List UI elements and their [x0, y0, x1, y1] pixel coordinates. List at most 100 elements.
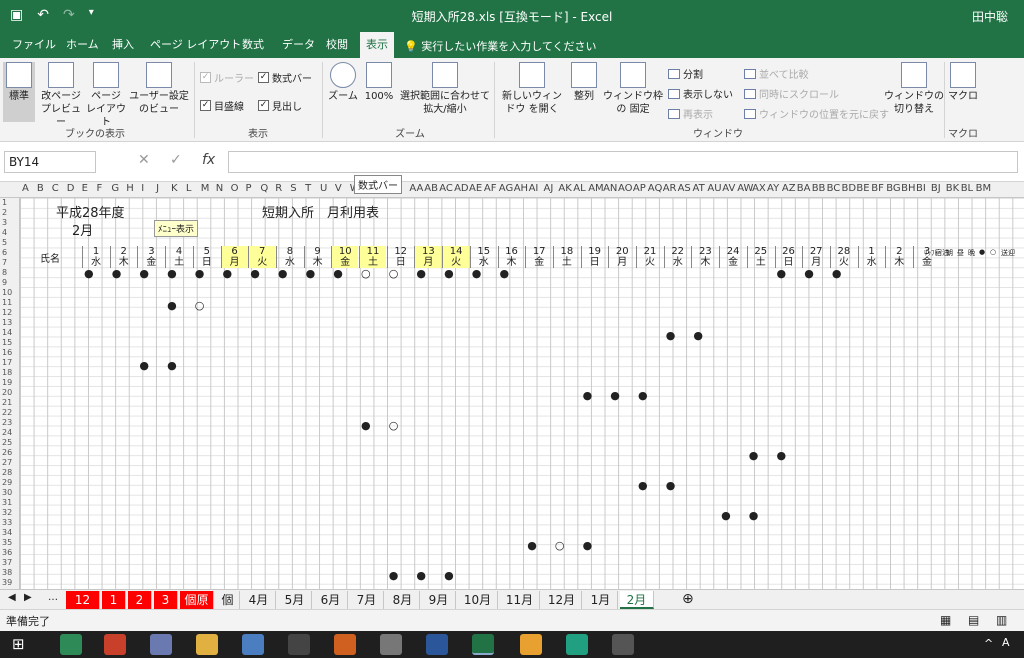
tab-data[interactable]: データ [278, 32, 319, 58]
column-header[interactable]: AH [514, 183, 528, 194]
enter-icon[interactable]: ✓ [170, 152, 182, 168]
booking-mark[interactable]: ● [583, 390, 593, 401]
column-header[interactable]: AM [588, 183, 603, 194]
column-header[interactable]: L [186, 183, 192, 194]
tab-home[interactable]: ホーム [62, 32, 103, 58]
page-layout-button[interactable]: ページ レイアウト [86, 62, 126, 129]
name-box[interactable]: BY14 [4, 151, 96, 173]
booking-mark[interactable]: ● [666, 480, 676, 491]
booking-mark[interactable]: ● [84, 268, 94, 279]
tab-view[interactable]: 表示 [360, 32, 394, 58]
app-icon[interactable] [520, 634, 542, 655]
app-icon[interactable] [150, 634, 172, 655]
tab-file[interactable]: ファイル [8, 32, 60, 58]
row-header[interactable]: 23 [2, 418, 12, 427]
booking-mark[interactable]: ● [167, 300, 177, 311]
column-header[interactable]: N [216, 183, 223, 194]
row-header[interactable]: 8 [2, 268, 7, 277]
row-header[interactable]: 25 [2, 438, 12, 447]
month-cell[interactable]: 2月 [72, 220, 93, 239]
column-header[interactable]: AP [633, 183, 646, 194]
row-header[interactable]: 32 [2, 508, 12, 517]
add-sheet-icon[interactable]: ⊕ [682, 591, 694, 607]
column-header[interactable]: H [126, 183, 134, 194]
explorer-icon[interactable] [196, 634, 218, 655]
cancel-icon[interactable]: ✕ [138, 152, 150, 168]
ruler-checkbox[interactable]: ✓ ルーラー [200, 70, 254, 85]
row-header[interactable]: 30 [2, 488, 12, 497]
column-header[interactable]: BC [827, 183, 841, 194]
row-header[interactable]: 39 [2, 578, 12, 587]
column-header[interactable]: AK [558, 183, 571, 194]
booking-mark[interactable]: ● [777, 268, 787, 279]
app-icon[interactable] [566, 634, 588, 655]
column-header[interactable]: AQ [648, 183, 663, 194]
row-header[interactable]: 7 [2, 258, 7, 267]
booking-mark[interactable]: ● [638, 480, 648, 491]
column-header[interactable]: BA [797, 183, 811, 194]
sheet-tab[interactable]: 6月 [314, 591, 348, 609]
booking-mark[interactable]: ● [416, 268, 426, 279]
sheet-tab[interactable]: 1 [102, 591, 126, 609]
sheet-tab[interactable]: 8月 [386, 591, 420, 609]
row-header[interactable]: 17 [2, 358, 12, 367]
more-sheets-icon[interactable]: … [48, 592, 58, 603]
row-header[interactable]: 4 [2, 228, 7, 237]
column-header[interactable]: AX [752, 183, 766, 194]
system-tray-icon[interactable]: ^ [984, 637, 993, 650]
headings-checkbox[interactable]: ✓ 見出し [258, 98, 302, 113]
booking-mark[interactable]: ● [444, 570, 454, 581]
booking-mark[interactable]: ● [472, 268, 482, 279]
chrome-icon[interactable] [60, 634, 82, 655]
row-header[interactable]: 1 [2, 198, 7, 207]
excel-icon[interactable] [472, 634, 494, 655]
zoom-button[interactable]: ズーム [326, 62, 360, 103]
column-header[interactable]: AT [693, 183, 705, 194]
switch-windows-button[interactable]: ウィンドウの 切り替え [884, 62, 944, 116]
scroll-right-icon[interactable]: ▶ [24, 592, 32, 603]
row-header[interactable]: 12 [2, 308, 12, 317]
row-header[interactable]: 34 [2, 528, 12, 537]
zoom-to-selection-button[interactable]: 選択範囲に合わせて 拡大/縮小 [398, 62, 492, 116]
row-header[interactable]: 31 [2, 498, 12, 507]
column-header[interactable]: K [171, 183, 178, 194]
column-header[interactable]: AS [678, 183, 691, 194]
powerpoint-icon[interactable] [104, 634, 126, 655]
scroll-left-icon[interactable]: ◀ [8, 592, 16, 603]
row-header[interactable]: 37 [2, 558, 12, 567]
store-icon[interactable] [612, 634, 634, 655]
column-header[interactable]: AE [469, 183, 482, 194]
column-header[interactable]: AG [499, 183, 513, 194]
unhide-button[interactable]: 再表示 [668, 106, 713, 121]
column-header[interactable]: E [82, 183, 88, 194]
column-header[interactable]: B [37, 183, 44, 194]
sheet-tab[interactable]: 2 [128, 591, 152, 609]
sheet-tab[interactable]: 個 [216, 591, 240, 609]
app-icon[interactable] [334, 634, 356, 655]
freeze-panes-button[interactable]: ウィンドウ枠の 固定 [602, 62, 664, 116]
booking-mark[interactable]: ● [250, 268, 260, 279]
column-header[interactable]: AJ [544, 183, 554, 194]
booking-mark[interactable]: ○ [555, 540, 565, 551]
booking-mark[interactable]: ● [527, 540, 537, 551]
booking-mark[interactable]: ● [195, 268, 205, 279]
reset-position-button[interactable]: ウィンドウの位置を元に戻す [744, 106, 889, 121]
column-header[interactable]: BI [916, 183, 926, 194]
row-header[interactable]: 6 [2, 248, 7, 257]
column-header[interactable]: BK [946, 183, 959, 194]
booking-mark[interactable]: ● [638, 390, 648, 401]
tab-review[interactable]: 校閲 [322, 32, 352, 58]
worksheet-grid[interactable]: 1 2 3 4 5 6 7 8 9 10 11 12 13 14 15 16 17 18 19 20 21 22 23 24 2… [0, 198, 1024, 589]
year-cell[interactable]: 平成28年度 [56, 202, 125, 221]
view-side-by-side-button[interactable]: 並べて比較 [744, 66, 809, 81]
booking-mark[interactable]: ● [444, 268, 454, 279]
column-header[interactable]: AW [737, 183, 753, 194]
sheet-tab[interactable]: 11月 [500, 591, 540, 609]
row-header[interactable]: 14 [2, 328, 12, 337]
column-header[interactable]: R [275, 183, 282, 194]
booking-mark[interactable]: ● [361, 420, 371, 431]
sheet-tab[interactable]: 3 [154, 591, 178, 609]
row-header[interactable]: 5 [2, 238, 7, 247]
word-icon[interactable] [426, 634, 448, 655]
sheet-title[interactable]: 短期入所 月利用表 [262, 202, 379, 221]
